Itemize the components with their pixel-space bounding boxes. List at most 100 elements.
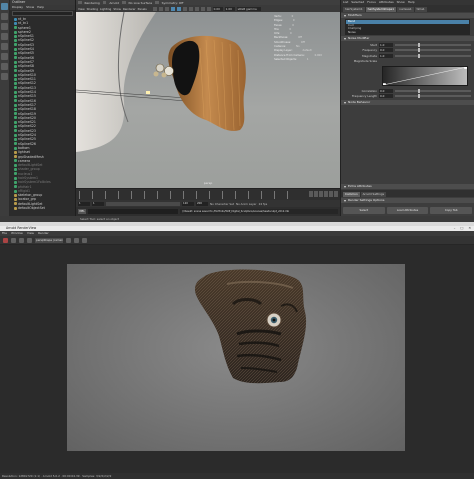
render-view-menu-item[interactable]: File <box>2 231 7 236</box>
fps-dropdown[interactable]: 24 fps <box>259 202 268 206</box>
scale-tool-icon[interactable] <box>1 53 8 60</box>
playback-end-field[interactable]: 120 <box>182 201 194 206</box>
range-end-field[interactable]: 200 <box>196 201 208 206</box>
snapshot-icon[interactable] <box>74 237 79 243</box>
lights-icon[interactable] <box>188 6 193 11</box>
panel-menu-item[interactable]: Panels <box>138 7 147 11</box>
extra-attributes-header[interactable]: Extra Attributes <box>341 184 474 189</box>
panel-menu-item[interactable]: Shading <box>87 7 98 11</box>
isolate-select-icon[interactable] <box>200 6 205 11</box>
playback-start-field[interactable]: 1 <box>92 201 104 206</box>
time-slider[interactable] <box>76 188 340 200</box>
render-view-menu-item[interactable]: View <box>27 231 34 236</box>
modifiers-section-header[interactable]: Modifiers <box>341 13 474 18</box>
status-line-item[interactable]: No Live Surface <box>129 1 153 5</box>
attribute-slider[interactable] <box>395 42 471 47</box>
panel-menu-item[interactable]: Lighting <box>100 7 111 11</box>
hair-sculpt-model[interactable] <box>168 35 246 131</box>
storage-icon[interactable] <box>82 237 87 243</box>
close-icon[interactable]: ✕ <box>468 226 471 231</box>
single-view-icon[interactable] <box>1 63 8 70</box>
ae-tab[interactable]: hairSystemShape1 <box>365 7 397 12</box>
channel-rgb-icon[interactable] <box>66 237 71 243</box>
outliner-search-field[interactable] <box>12 11 73 16</box>
select-tool-icon[interactable] <box>1 3 8 10</box>
ae-menu-item[interactable]: Attributes <box>379 0 394 5</box>
play-forward-icon[interactable] <box>324 191 328 197</box>
anim-layer-dropdown[interactable]: No Anim Layer <box>236 202 257 206</box>
ipr-icon[interactable] <box>11 237 16 243</box>
textured-icon[interactable] <box>182 6 187 11</box>
rotate-tool-icon[interactable] <box>1 43 8 50</box>
minimize-icon[interactable]: – <box>454 226 456 231</box>
range-start-field[interactable]: 1 <box>78 201 90 206</box>
crop-region-icon[interactable] <box>27 237 32 243</box>
status-line-item[interactable]: Arnold <box>109 1 119 5</box>
status-line-icon[interactable] <box>155 0 159 5</box>
ae-menu-item[interactable]: Show <box>397 0 405 5</box>
ae-menu-item[interactable]: Help <box>408 0 415 5</box>
render-icon[interactable] <box>3 237 8 243</box>
attribute-value-field[interactable]: 1.0 <box>379 42 393 47</box>
magnitude-scale-ramp[interactable] <box>382 66 468 86</box>
step-forward-icon[interactable] <box>329 191 333 197</box>
render-canvas[interactable] <box>0 245 474 473</box>
range-bar[interactable] <box>106 201 180 206</box>
wireframe-icon[interactable] <box>170 6 175 11</box>
status-line-item[interactable]: Symmetry: Off <box>162 1 184 5</box>
lasso-tool-icon[interactable] <box>1 13 8 20</box>
exposure-field[interactable]: 1.00 <box>224 6 235 11</box>
gamma-field[interactable]: 0.00 <box>212 6 223 11</box>
outliner-menu-item[interactable]: Help <box>37 5 44 10</box>
go-to-end-icon[interactable] <box>334 191 338 197</box>
attribute-value-field[interactable]: 0.0 <box>379 88 393 93</box>
node-behavior-header[interactable]: Node Behavior <box>341 100 474 105</box>
ae-button[interactable]: Copy Tab <box>430 207 473 214</box>
status-line-icon[interactable] <box>122 0 126 5</box>
go-to-start-icon[interactable] <box>309 191 313 197</box>
attribute-value-field[interactable]: 0.0 <box>379 94 393 99</box>
maximize-icon[interactable]: □ <box>460 226 463 231</box>
modifier-item[interactable]: Noise <box>346 30 469 35</box>
ae-tab[interactable]: hairSystem1 <box>343 7 365 12</box>
ae-menu-item[interactable]: Selected <box>351 0 364 5</box>
bookmark-icon[interactable] <box>158 6 163 11</box>
ae-button[interactable]: Load Attributes <box>386 207 429 214</box>
play-back-icon[interactable] <box>319 191 323 197</box>
render-view-menu-item[interactable]: Render <box>38 231 49 236</box>
character-set-dropdown[interactable]: No Character Set <box>210 202 234 206</box>
status-line-icon[interactable] <box>102 0 107 5</box>
xray-icon[interactable] <box>206 6 211 11</box>
foreground-sphere-mesh[interactable] <box>76 12 156 152</box>
smooth-shade-icon[interactable] <box>176 6 181 11</box>
panel-menu-item[interactable]: Renderer <box>123 7 136 11</box>
shadows-icon[interactable] <box>194 6 199 11</box>
stop-icon[interactable] <box>19 237 24 243</box>
move-tool-icon[interactable] <box>1 33 8 40</box>
attribute-value-field[interactable]: 0.0 <box>379 48 393 53</box>
outliner-item[interactable]: defaultObjectSet <box>14 206 75 210</box>
ae-tab[interactable]: nucleus1 <box>397 7 414 12</box>
panel-menu-item[interactable]: Show <box>113 7 121 11</box>
grid-icon[interactable] <box>164 6 169 11</box>
camera-attributes-icon[interactable] <box>152 6 157 11</box>
status-line-item[interactable]: Rendering <box>85 1 100 5</box>
status-line-icon[interactable] <box>78 0 82 5</box>
paint-select-icon[interactable] <box>1 23 8 30</box>
ae-button[interactable]: Select <box>343 207 385 214</box>
attribute-slider[interactable] <box>395 88 471 93</box>
viewport-persp[interactable]: Verts: 0 Edges: 0 Faces: 0 Tris: 0 UVs: 0 Backface… <box>76 12 340 188</box>
ae-tab[interactable]: time1 <box>414 7 427 12</box>
noise-modifier-header[interactable]: Noise Modifier <box>341 36 474 41</box>
attribute-slider[interactable] <box>395 48 471 53</box>
panel-menu-item[interactable]: View <box>78 7 85 11</box>
ae-menu-item[interactable]: Focus <box>367 0 376 5</box>
step-back-icon[interactable] <box>314 191 318 197</box>
render-settings-tab[interactable]: Common <box>343 192 360 197</box>
render-settings-header[interactable]: Arnold Settings <box>360 192 387 197</box>
light-locator[interactable] <box>146 91 150 94</box>
render-view-menu-item[interactable]: Window <box>11 231 23 236</box>
script-language-toggle[interactable]: MEL <box>78 209 86 214</box>
four-view-icon[interactable] <box>1 73 8 80</box>
ae-menu-item[interactable]: List <box>343 0 348 5</box>
